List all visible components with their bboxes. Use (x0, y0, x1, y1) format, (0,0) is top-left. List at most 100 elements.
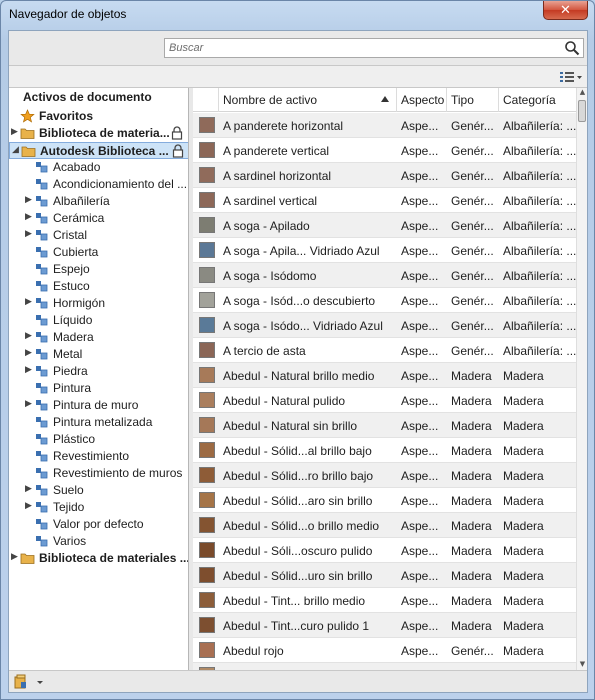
expand-arrow-icon[interactable]: ▶ (25, 348, 33, 360)
table-row[interactable]: A soga - Isód...o descubierto Aspe... Gené… (193, 288, 576, 313)
tree-item[interactable]: ▶ Cristal (9, 227, 188, 244)
expand-arrow-icon[interactable]: ▶ (25, 331, 33, 343)
expand-arrow-icon[interactable]: ▶ (25, 195, 33, 207)
tree-item[interactable]: Favoritos (9, 108, 188, 125)
table-row[interactable]: Abedul - Sólid...aro sin brillo Aspe... Ma… (193, 488, 576, 513)
tree-item[interactable]: ▶ Tejido (9, 499, 188, 516)
table-row[interactable]: Abedul - Natural brillo medio Aspe... Made… (193, 363, 576, 388)
cell-type: Genér... (447, 663, 499, 670)
table-row[interactable]: Abedul - Tint... brillo medio Aspe... Made… (193, 588, 576, 613)
title-bar[interactable]: Navegador de objetos ✕ (1, 1, 594, 29)
cell-name: Abedul - Natural sin brillo (223, 419, 358, 433)
table-row[interactable]: Abedul - Sólid...o brillo medio Aspe... Ma… (193, 513, 576, 538)
table-row[interactable]: Abedul - Sólid...al brillo bajo Aspe... Ma… (193, 438, 576, 463)
cell-name: Abedul - Sólid...ro brillo bajo (223, 469, 374, 483)
tree-item-label: Revestimiento de muros (53, 466, 183, 480)
category-icon (36, 366, 48, 377)
tree-item[interactable]: Líquido (9, 312, 188, 329)
tree-item[interactable]: ▶ Pintura de muro (9, 397, 188, 414)
expand-arrow-icon[interactable]: ▶ (25, 501, 33, 513)
tree-item[interactable]: ▶ Cerámica (9, 210, 188, 227)
table-row[interactable]: A panderete horizontal Aspe... Genér... Alb… (193, 113, 576, 138)
expand-arrow-icon[interactable]: ▶ (25, 297, 33, 309)
collapse-arrow-icon[interactable]: ◢ (12, 145, 20, 157)
tree-item[interactable]: ▶ Albañilería (9, 193, 188, 210)
expand-arrow-icon[interactable]: ▶ (25, 365, 33, 377)
expand-arrow-icon[interactable]: ▶ (11, 127, 19, 139)
tree-item[interactable]: Plástico (9, 431, 188, 448)
table-row[interactable]: Ab...Aspe...Genér...Madera (193, 663, 576, 670)
material-swatch-icon (199, 642, 215, 658)
cell-name: Abedul - Sólid...uro sin brillo (223, 569, 373, 583)
table-row[interactable]: A sardinel horizontal Aspe... Genér... Alba… (193, 163, 576, 188)
scroll-down-icon[interactable]: ▼ (578, 660, 587, 670)
library-manage-icon[interactable] (13, 674, 45, 690)
cell-category: Albañilería: ... (503, 219, 576, 233)
cell-aspect: Aspe... (401, 269, 439, 283)
close-icon: ✕ (560, 2, 571, 18)
tree-item[interactable]: ◢ Autodesk Biblioteca ... (9, 142, 188, 159)
table-row[interactable]: A sardinel vertical Aspe... Genér... Albañi… (193, 188, 576, 213)
tree-item[interactable]: Revestimiento de muros (9, 465, 188, 482)
table-row[interactable]: Abedul - Sólid...ro brillo bajo Aspe... Ma… (193, 463, 576, 488)
table-row[interactable]: A soga - Apilado Aspe... Genér... Albañiler… (193, 213, 576, 238)
vertical-scrollbar[interactable]: ▲ ▼ (576, 88, 587, 670)
cell-type: Madera (451, 594, 492, 608)
cell-type: Madera (451, 444, 492, 458)
column-header-aspect[interactable]: Aspecto (397, 88, 447, 112)
table-row[interactable]: Abedul - Natural pulido Aspe... Madera Made… (193, 388, 576, 413)
tree-item[interactable]: Estuco (9, 278, 188, 295)
tree-item[interactable]: Acabado (9, 159, 188, 176)
tree-item[interactable]: ▶ Metal (9, 346, 188, 363)
table-row[interactable]: A soga - Apila... Vidriado Azul Aspe... Ge… (193, 238, 576, 263)
scroll-thumb[interactable] (578, 100, 586, 122)
search-icon[interactable] (564, 40, 580, 56)
cell-aspect: Aspe... (401, 294, 439, 308)
swatch-column-header[interactable] (193, 88, 219, 112)
column-header-type[interactable]: Tipo (447, 88, 499, 112)
material-swatch-icon (199, 392, 215, 408)
tree-item-label: Metal (53, 347, 83, 361)
tree-item[interactable]: Acondicionamiento del ... (9, 176, 188, 193)
cell-category: Madera (503, 444, 544, 458)
tree-item[interactable]: ▶ Piedra (9, 363, 188, 380)
expand-arrow-icon[interactable]: ▶ (11, 552, 19, 564)
table-row[interactable]: A tercio de asta Aspe... Genér... Albañiler… (193, 338, 576, 363)
tree-item[interactable]: Espejo (9, 261, 188, 278)
column-header-category[interactable]: Categoría (499, 88, 576, 112)
column-header-name[interactable]: Nombre de activo (219, 88, 397, 112)
expand-arrow-icon[interactable]: ▶ (25, 229, 33, 241)
tree-item[interactable]: ▶ Biblioteca de materia... (9, 125, 188, 142)
tree-item[interactable]: Pintura (9, 380, 188, 397)
table-row[interactable]: A soga - Isódo... Vidriado Azul Aspe... Ge… (193, 313, 576, 338)
table-row[interactable]: A panderete vertical Aspe... Genér... Albañ… (193, 138, 576, 163)
tree-item[interactable]: Pintura metalizada (9, 414, 188, 431)
expand-arrow-icon[interactable]: ▶ (25, 399, 33, 411)
search-input[interactable]: Buscar (164, 38, 584, 58)
expand-arrow-icon[interactable]: ▶ (25, 484, 33, 496)
tree-item[interactable]: Varios (9, 533, 188, 550)
tree-item[interactable]: ▶ Suelo (9, 482, 188, 499)
cell-name: Ab... (219, 663, 397, 670)
tree-item[interactable]: Revestimiento (9, 448, 188, 465)
table-row[interactable]: Abedul - Sólid...uro sin brillo Aspe... Ma… (193, 563, 576, 588)
cell-name: A soga - Isódomo (223, 269, 317, 283)
table-row[interactable]: A soga - Isódomo Aspe... Genér... Albañiler… (193, 263, 576, 288)
tree-item-label: Hormigón (53, 296, 106, 310)
tree-item[interactable]: ▶ Madera (9, 329, 188, 346)
table-row[interactable]: Abedul - Natural sin brillo Aspe... Madera… (193, 413, 576, 438)
tree-item[interactable]: ▶ Hormigón (9, 295, 188, 312)
view-options-icon[interactable] (559, 69, 583, 85)
table-row[interactable]: Abedul rojo Aspe... Genér... Madera (193, 638, 576, 663)
tree-item[interactable]: Valor por defecto (9, 516, 188, 533)
grid-header: Nombre de activo Aspecto Tipo Categoría (193, 88, 576, 112)
tree-item[interactable]: Cubierta (9, 244, 188, 261)
table-row[interactable]: Abedul - Tint...curo pulido 1 Aspe... Made… (193, 613, 576, 638)
cell-category: Madera (503, 569, 544, 583)
scroll-up-icon[interactable]: ▲ (578, 88, 587, 98)
tree-item[interactable]: ▶ Biblioteca de materiales ... (9, 550, 188, 567)
expand-arrow-icon[interactable]: ▶ (25, 212, 33, 224)
cell-category: Albañilería: ... (503, 119, 576, 133)
table-row[interactable]: Abedul - Sóli...oscuro pulido Aspe... Made… (193, 538, 576, 563)
close-button[interactable]: ✕ (543, 1, 588, 20)
